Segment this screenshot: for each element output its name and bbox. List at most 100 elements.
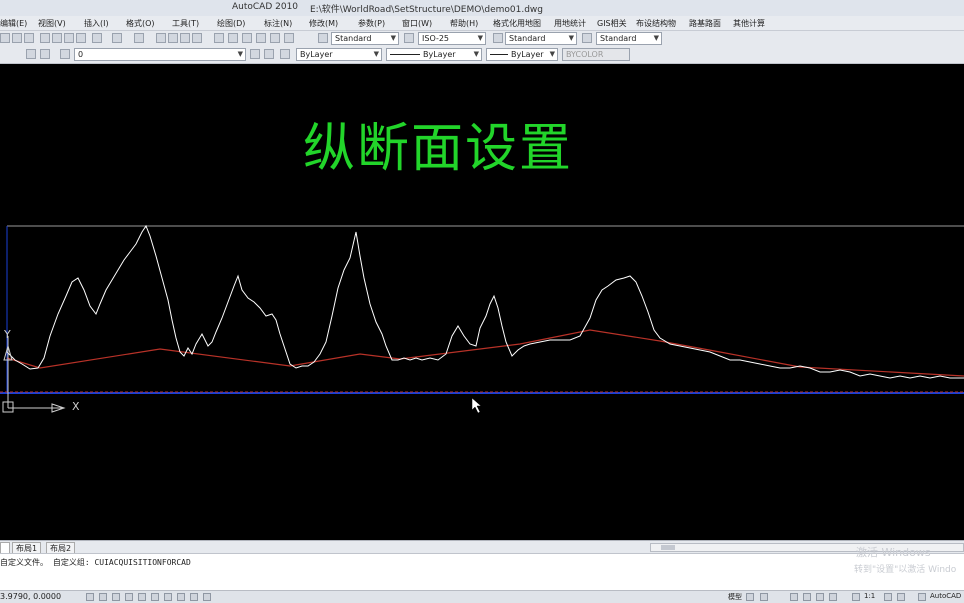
annotation-scale-value[interactable]: 1:1: [864, 592, 875, 600]
ground-profile-line: [6, 224, 964, 379]
chevron-down-icon: ▼: [549, 50, 555, 58]
dynamic-input-icon[interactable]: [177, 593, 185, 601]
chevron-down-icon: ▼: [568, 34, 574, 42]
tool-palettes-icon[interactable]: [242, 33, 252, 43]
save-icon[interactable]: [12, 33, 22, 43]
drawing-canvas[interactable]: 纵断面设置 Y X: [0, 64, 964, 540]
layer-state-icon[interactable]: [26, 49, 36, 59]
app-status-label: AutoCAD: [930, 592, 962, 600]
text-style-icon[interactable]: [318, 33, 328, 43]
paste-icon[interactable]: [52, 33, 62, 43]
grid-display-icon[interactable]: [99, 593, 107, 601]
snap-mode-icon[interactable]: [86, 593, 94, 601]
markup-icon[interactable]: [270, 33, 280, 43]
copy-icon[interactable]: [40, 33, 50, 43]
pan-status-icon[interactable]: [790, 593, 798, 601]
file-path: E:\软件\WorldRoad\SetStructure\DEMO\demo01…: [310, 5, 543, 15]
menu-format-landmap[interactable]: 格式化用地图: [493, 18, 541, 29]
object-snap-icon[interactable]: [138, 593, 146, 601]
help-icon[interactable]: [284, 33, 294, 43]
plotstyle-value: BYCOLOR: [566, 50, 604, 59]
color-select[interactable]: ByLayer ▼: [296, 48, 382, 61]
layer-unisolate-icon[interactable]: [280, 49, 290, 59]
dim-style-select[interactable]: ISO-25 ▼: [418, 32, 486, 45]
scroll-thumb[interactable]: [661, 545, 675, 550]
cut-icon[interactable]: [24, 33, 34, 43]
block-editor-icon[interactable]: [76, 33, 86, 43]
menu-subgrade[interactable]: 路基路面: [689, 18, 721, 29]
menu-insert[interactable]: 插入(I): [84, 18, 109, 29]
tab-layout2[interactable]: 布局2: [46, 542, 76, 553]
annotation-scale-icon[interactable]: [852, 593, 860, 601]
chevron-down-icon: ▼: [390, 34, 396, 42]
menu-edit[interactable]: 编辑(E): [0, 18, 27, 29]
auto-scale-icon[interactable]: [897, 593, 905, 601]
lineweight-value: ByLayer: [511, 50, 544, 59]
chevron-down-icon: ▼: [653, 34, 659, 42]
showmotion-icon[interactable]: [829, 593, 837, 601]
open-icon[interactable]: [0, 33, 10, 43]
menu-other-calc[interactable]: 其他计算: [733, 18, 765, 29]
menu-window[interactable]: 窗口(W): [402, 18, 432, 29]
menu-gis[interactable]: GIS相关: [597, 18, 627, 29]
ducs-icon[interactable]: [164, 593, 172, 601]
ortho-mode-icon[interactable]: [112, 593, 120, 601]
menu-draw[interactable]: 绘图(D): [217, 18, 245, 29]
layer-isolate-icon[interactable]: [264, 49, 274, 59]
linetype-select[interactable]: ByLayer ▼: [386, 48, 482, 61]
make-current-layer-icon[interactable]: [250, 49, 260, 59]
menu-format[interactable]: 格式(O): [126, 18, 155, 29]
redo-arrow-icon[interactable]: [134, 33, 144, 43]
zoom-status-icon[interactable]: [803, 593, 811, 601]
dim-style-icon[interactable]: [404, 33, 414, 43]
zoom-window-icon[interactable]: [180, 33, 190, 43]
text-style-select[interactable]: Standard ▼: [331, 32, 399, 45]
quick-properties-icon[interactable]: [203, 593, 211, 601]
table-style-icon[interactable]: [493, 33, 503, 43]
sheet-set-icon[interactable]: [256, 33, 266, 43]
mleader-style-select[interactable]: Standard ▼: [596, 32, 662, 45]
chevron-down-icon: ▼: [477, 34, 483, 42]
menu-parametric[interactable]: 参数(P): [358, 18, 385, 29]
menu-dimension[interactable]: 标注(N): [264, 18, 292, 29]
standard-toolbar: Standard ▼ ISO-25 ▼ Standard ▼ Standard ▼: [0, 31, 964, 48]
menu-help[interactable]: 帮助(H): [450, 18, 478, 29]
match-properties-icon[interactable]: [64, 33, 74, 43]
polar-tracking-icon[interactable]: [125, 593, 133, 601]
object-snap-tracking-icon[interactable]: [151, 593, 159, 601]
menu-view[interactable]: 视图(V): [38, 18, 66, 29]
layers-toolbar: 0 ▼ ByLayer ▼ ByLayer ▼ ByLayer ▼ BYCOLOR: [0, 47, 964, 64]
design-center-icon[interactable]: [228, 33, 238, 43]
layer-previous-icon[interactable]: [40, 49, 50, 59]
mleader-style-icon[interactable]: [582, 33, 592, 43]
plotstyle-select: BYCOLOR: [562, 48, 630, 61]
menu-bar: 编辑(E) 视图(V) 插入(I) 格式(O) 工具(T) 绘图(D) 标注(N…: [0, 16, 964, 31]
tab-model[interactable]: [0, 542, 10, 553]
workspace-icon[interactable]: [918, 593, 926, 601]
layer-manager-icon[interactable]: [60, 49, 70, 59]
menu-tools[interactable]: 工具(T): [172, 18, 199, 29]
menu-land-stats[interactable]: 用地统计: [554, 18, 586, 29]
command-window[interactable]: 自定义文件。 自定义组: CUIACQUISITIONFORCAD 激活 Win…: [0, 546, 964, 591]
linetype-value: ByLayer: [423, 50, 456, 59]
steeringwheel-icon[interactable]: [816, 593, 824, 601]
redo-icon[interactable]: [92, 33, 102, 43]
pan-icon[interactable]: [156, 33, 166, 43]
quick-view-drawings-icon[interactable]: [760, 593, 768, 601]
annotation-visibility-icon[interactable]: [884, 593, 892, 601]
layer-select[interactable]: 0 ▼: [74, 48, 246, 61]
undo-icon[interactable]: [112, 33, 122, 43]
menu-structures[interactable]: 布设结构物: [636, 18, 676, 29]
quick-view-layouts-icon[interactable]: [746, 593, 754, 601]
zoom-realtime-icon[interactable]: [168, 33, 178, 43]
menu-modify[interactable]: 修改(M): [309, 18, 338, 29]
lineweight-toggle-icon[interactable]: [190, 593, 198, 601]
zoom-previous-icon[interactable]: [192, 33, 202, 43]
properties-icon[interactable]: [214, 33, 224, 43]
tab-layout1[interactable]: 布局1: [12, 542, 42, 553]
dim-style-value: ISO-25: [422, 34, 450, 43]
table-style-value: Standard: [509, 34, 546, 43]
model-space-label[interactable]: 模型: [728, 592, 742, 602]
table-style-select[interactable]: Standard ▼: [505, 32, 577, 45]
lineweight-select[interactable]: ByLayer ▼: [486, 48, 558, 61]
